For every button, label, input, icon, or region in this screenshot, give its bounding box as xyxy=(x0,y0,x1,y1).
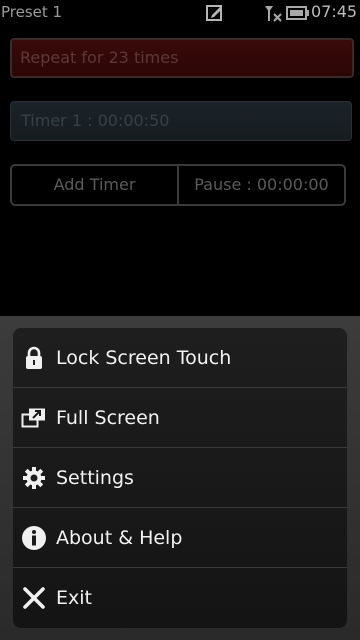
edit-icon[interactable] xyxy=(206,4,224,22)
timer-controls: Add Timer Pause : 00:00:00 xyxy=(10,164,346,206)
menu-item-exit[interactable]: Exit xyxy=(13,568,347,628)
full-screen-icon xyxy=(21,405,47,431)
lock-icon xyxy=(21,345,47,371)
menu-item-label: Exit xyxy=(56,587,92,609)
status-bar: Preset 1 07:45 xyxy=(0,0,360,24)
menu-item-about-help[interactable]: About & Help xyxy=(13,508,347,568)
menu-item-label: Full Screen xyxy=(56,406,160,429)
repeat-count-field[interactable]: Repeat for 23 times xyxy=(10,38,354,78)
close-icon xyxy=(21,585,47,611)
menu-list: Lock Screen Touch Full Screen Settings A… xyxy=(13,328,347,628)
repeat-count-label: Repeat for 23 times xyxy=(20,48,179,67)
pause-button[interactable]: Pause : 00:00:00 xyxy=(177,166,344,204)
options-menu: Lock Screen Touch Full Screen Settings A… xyxy=(0,316,360,640)
timer-item[interactable]: Timer 1 : 00:00:50 xyxy=(10,101,352,141)
menu-item-full-screen[interactable]: Full Screen xyxy=(13,388,347,448)
info-icon xyxy=(21,525,47,551)
gear-icon xyxy=(21,465,47,491)
add-timer-button[interactable]: Add Timer xyxy=(12,166,177,204)
menu-item-lock-screen-touch[interactable]: Lock Screen Touch xyxy=(13,328,347,388)
clock-time: 07:45 xyxy=(311,2,358,21)
menu-item-label: About & Help xyxy=(56,526,183,549)
no-signal-icon xyxy=(265,6,282,22)
timer-label: Timer 1 : 00:00:50 xyxy=(21,111,170,130)
menu-item-settings[interactable]: Settings xyxy=(13,448,347,508)
menu-item-label: Settings xyxy=(56,466,134,489)
preset-title[interactable]: Preset 1 xyxy=(1,1,62,23)
app-screen: Preset 1 07:45 Repeat for 23 times Timer… xyxy=(0,0,360,640)
battery-icon xyxy=(286,6,309,20)
menu-item-label: Lock Screen Touch xyxy=(56,346,232,369)
